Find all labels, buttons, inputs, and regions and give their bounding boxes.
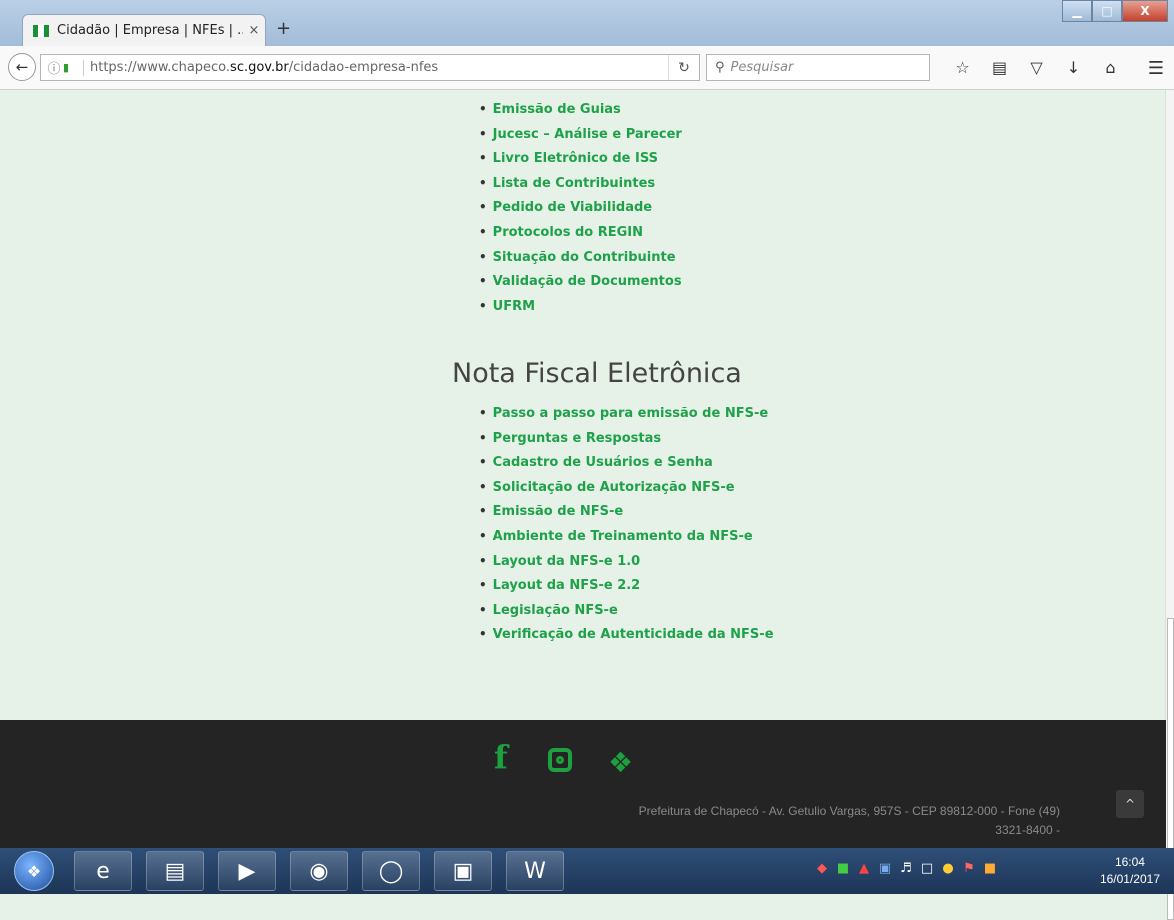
search-icon: ⚲ [715, 60, 725, 75]
maximize-button[interactable]: □ [1092, 0, 1122, 22]
address-line-1: Prefeitura de Chapecó - Av. Getulio Varg… [638, 804, 1060, 818]
tray-display-icon[interactable]: □ [917, 861, 937, 876]
url-text[interactable]: https://www.chapeco.sc.gov.br/cidadao-em… [90, 60, 668, 75]
hamburger-menu-icon[interactable]: ☰ [1148, 58, 1164, 79]
media-player-icon[interactable]: ▶ [218, 851, 276, 891]
browser-tab[interactable]: Cidadão | Empresa | NFEs | ... × [22, 14, 266, 46]
tray-java-icon[interactable]: ■ [980, 861, 1000, 876]
instagram-icon[interactable] [548, 748, 572, 772]
site-footer: f ❖ Prefeitura de Chapecó - Av. Getulio … [0, 720, 1166, 848]
tab-close-icon[interactable]: × [243, 23, 265, 38]
tray-arrow-icon[interactable]: ◆ [812, 861, 832, 876]
nav-link[interactable]: Jucesc – Análise e Parecer [479, 122, 682, 147]
url-separator [83, 59, 84, 76]
chrome-icon[interactable]: ◯ [362, 851, 420, 891]
nav-link[interactable]: Protocolos do REGIN [479, 220, 682, 245]
browser-navbar: ← ⓘ ▮ https://www.chapeco.sc.gov.br/cida… [0, 46, 1174, 90]
remote-desktop-icon[interactable]: ▣ [434, 851, 492, 891]
nav-link[interactable]: Emissão de NFS-e [479, 499, 774, 524]
tray-warning-icon[interactable]: ▲ [854, 861, 874, 876]
firefox-icon[interactable]: ◉ [290, 851, 348, 891]
nav-link[interactable]: Legislação NFS-e [479, 598, 774, 623]
nav-link[interactable]: Ambiente de Treinamento da NFS-e [479, 524, 774, 549]
taskbar-clock[interactable]: 16:04 16/01/2017 [1100, 854, 1160, 888]
twitter-icon[interactable]: ❖ [608, 746, 633, 779]
internet-explorer-icon[interactable]: e [74, 851, 132, 891]
section-title: Nota Fiscal Eletrônica [452, 358, 742, 389]
action-center-flag-icon[interactable]: ⚑ [959, 861, 979, 876]
page-scrollbar[interactable] [1165, 90, 1174, 920]
clock-time: 16:04 [1114, 855, 1145, 869]
nav-link[interactable]: Livro Eletrônico de ISS [479, 146, 682, 171]
nav-link[interactable]: Layout da NFS-e 2.2 [479, 573, 774, 598]
url-bar[interactable]: ⓘ ▮ https://www.chapeco.sc.gov.br/cidada… [40, 54, 700, 81]
nav-link[interactable]: Emissão de Guias [479, 97, 682, 122]
nfe-list: Passo a passo para emissão de NFS-ePergu… [479, 401, 774, 647]
start-button[interactable]: ❖ [14, 851, 54, 891]
nav-link[interactable]: Solicitação de Autorização NFS-e [479, 475, 774, 500]
file-explorer-icon[interactable]: ▤ [146, 851, 204, 891]
word-icon[interactable]: W [506, 851, 564, 891]
download-icon[interactable]: ↓ [1055, 58, 1092, 77]
search-placeholder: Pesquisar [730, 60, 794, 75]
close-window-button[interactable]: X [1122, 0, 1168, 22]
toolbar-icons: ☆ ▤ ▽ ↓ ⌂ [944, 58, 1129, 77]
search-input[interactable]: ⚲ Pesquisar [706, 54, 930, 81]
nav-link[interactable]: Perguntas e Respostas [479, 426, 774, 451]
facebook-icon[interactable]: f [494, 738, 508, 776]
nav-link[interactable]: Situação do Contribuinte [479, 245, 682, 270]
nav-link[interactable]: Passo a passo para emissão de NFS-e [479, 401, 774, 426]
tab-title: Cidadão | Empresa | NFEs | ... [57, 23, 243, 38]
minimize-button[interactable]: ▁ [1062, 0, 1092, 22]
windows-taskbar: ❖ e ▤ ▶ ◉ ◯ ▣ W ◆ ■ ▲ ▣ ♬ □ ● ⚑ ■ 16:04 … [0, 848, 1174, 894]
page-content: Emissão de GuiasJucesc – Análise e Parec… [0, 90, 1166, 720]
nav-link[interactable]: Cadastro de Usuários e Senha [479, 450, 774, 475]
footer-address: Prefeitura de Chapecó - Av. Getulio Varg… [560, 802, 1060, 840]
reading-list-icon[interactable]: ▤ [981, 58, 1018, 77]
clock-date: 16/01/2017 [1099, 872, 1160, 886]
nav-link[interactable]: Lista de Contribuintes [479, 171, 682, 196]
nav-link[interactable]: Layout da NFS-e 1.0 [479, 549, 774, 574]
home-icon[interactable]: ⌂ [1092, 58, 1129, 77]
lock-icon[interactable]: ▮ [63, 61, 77, 74]
nav-link[interactable]: Pedido de Viabilidade [479, 195, 682, 220]
bookmark-star-icon[interactable]: ☆ [944, 58, 981, 77]
tray-update-icon[interactable]: ● [938, 861, 958, 876]
system-tray: ◆ ■ ▲ ▣ ♬ □ ● ⚑ ■ [812, 861, 1001, 876]
browser-titlebar: Cidadão | Empresa | NFEs | ... × + ▁ □ X [0, 0, 1174, 46]
info-icon[interactable]: ⓘ [45, 58, 63, 77]
new-tab-button[interactable]: + [276, 18, 291, 39]
pocket-icon[interactable]: ▽ [1018, 58, 1055, 77]
reload-icon[interactable]: ↻ [668, 55, 699, 80]
nav-link[interactable]: UFRM [479, 294, 682, 319]
nav-link[interactable]: Verificação de Autenticidade da NFS-e [479, 622, 774, 647]
services-list: Emissão de GuiasJucesc – Análise e Parec… [479, 97, 682, 318]
tray-b-icon[interactable]: ■ [833, 861, 853, 876]
tray-network-icon[interactable]: ▣ [875, 861, 895, 876]
nav-link[interactable]: Validação de Documentos [479, 269, 682, 294]
address-line-2: 3321-8400 - [995, 823, 1060, 837]
back-arrow-icon[interactable]: ← [8, 53, 36, 81]
back-to-top-button[interactable]: ^ [1116, 790, 1144, 818]
volume-icon[interactable]: ♬ [896, 861, 916, 876]
window-controls: ▁ □ X [1062, 0, 1168, 22]
flag-favicon-icon [33, 24, 49, 37]
